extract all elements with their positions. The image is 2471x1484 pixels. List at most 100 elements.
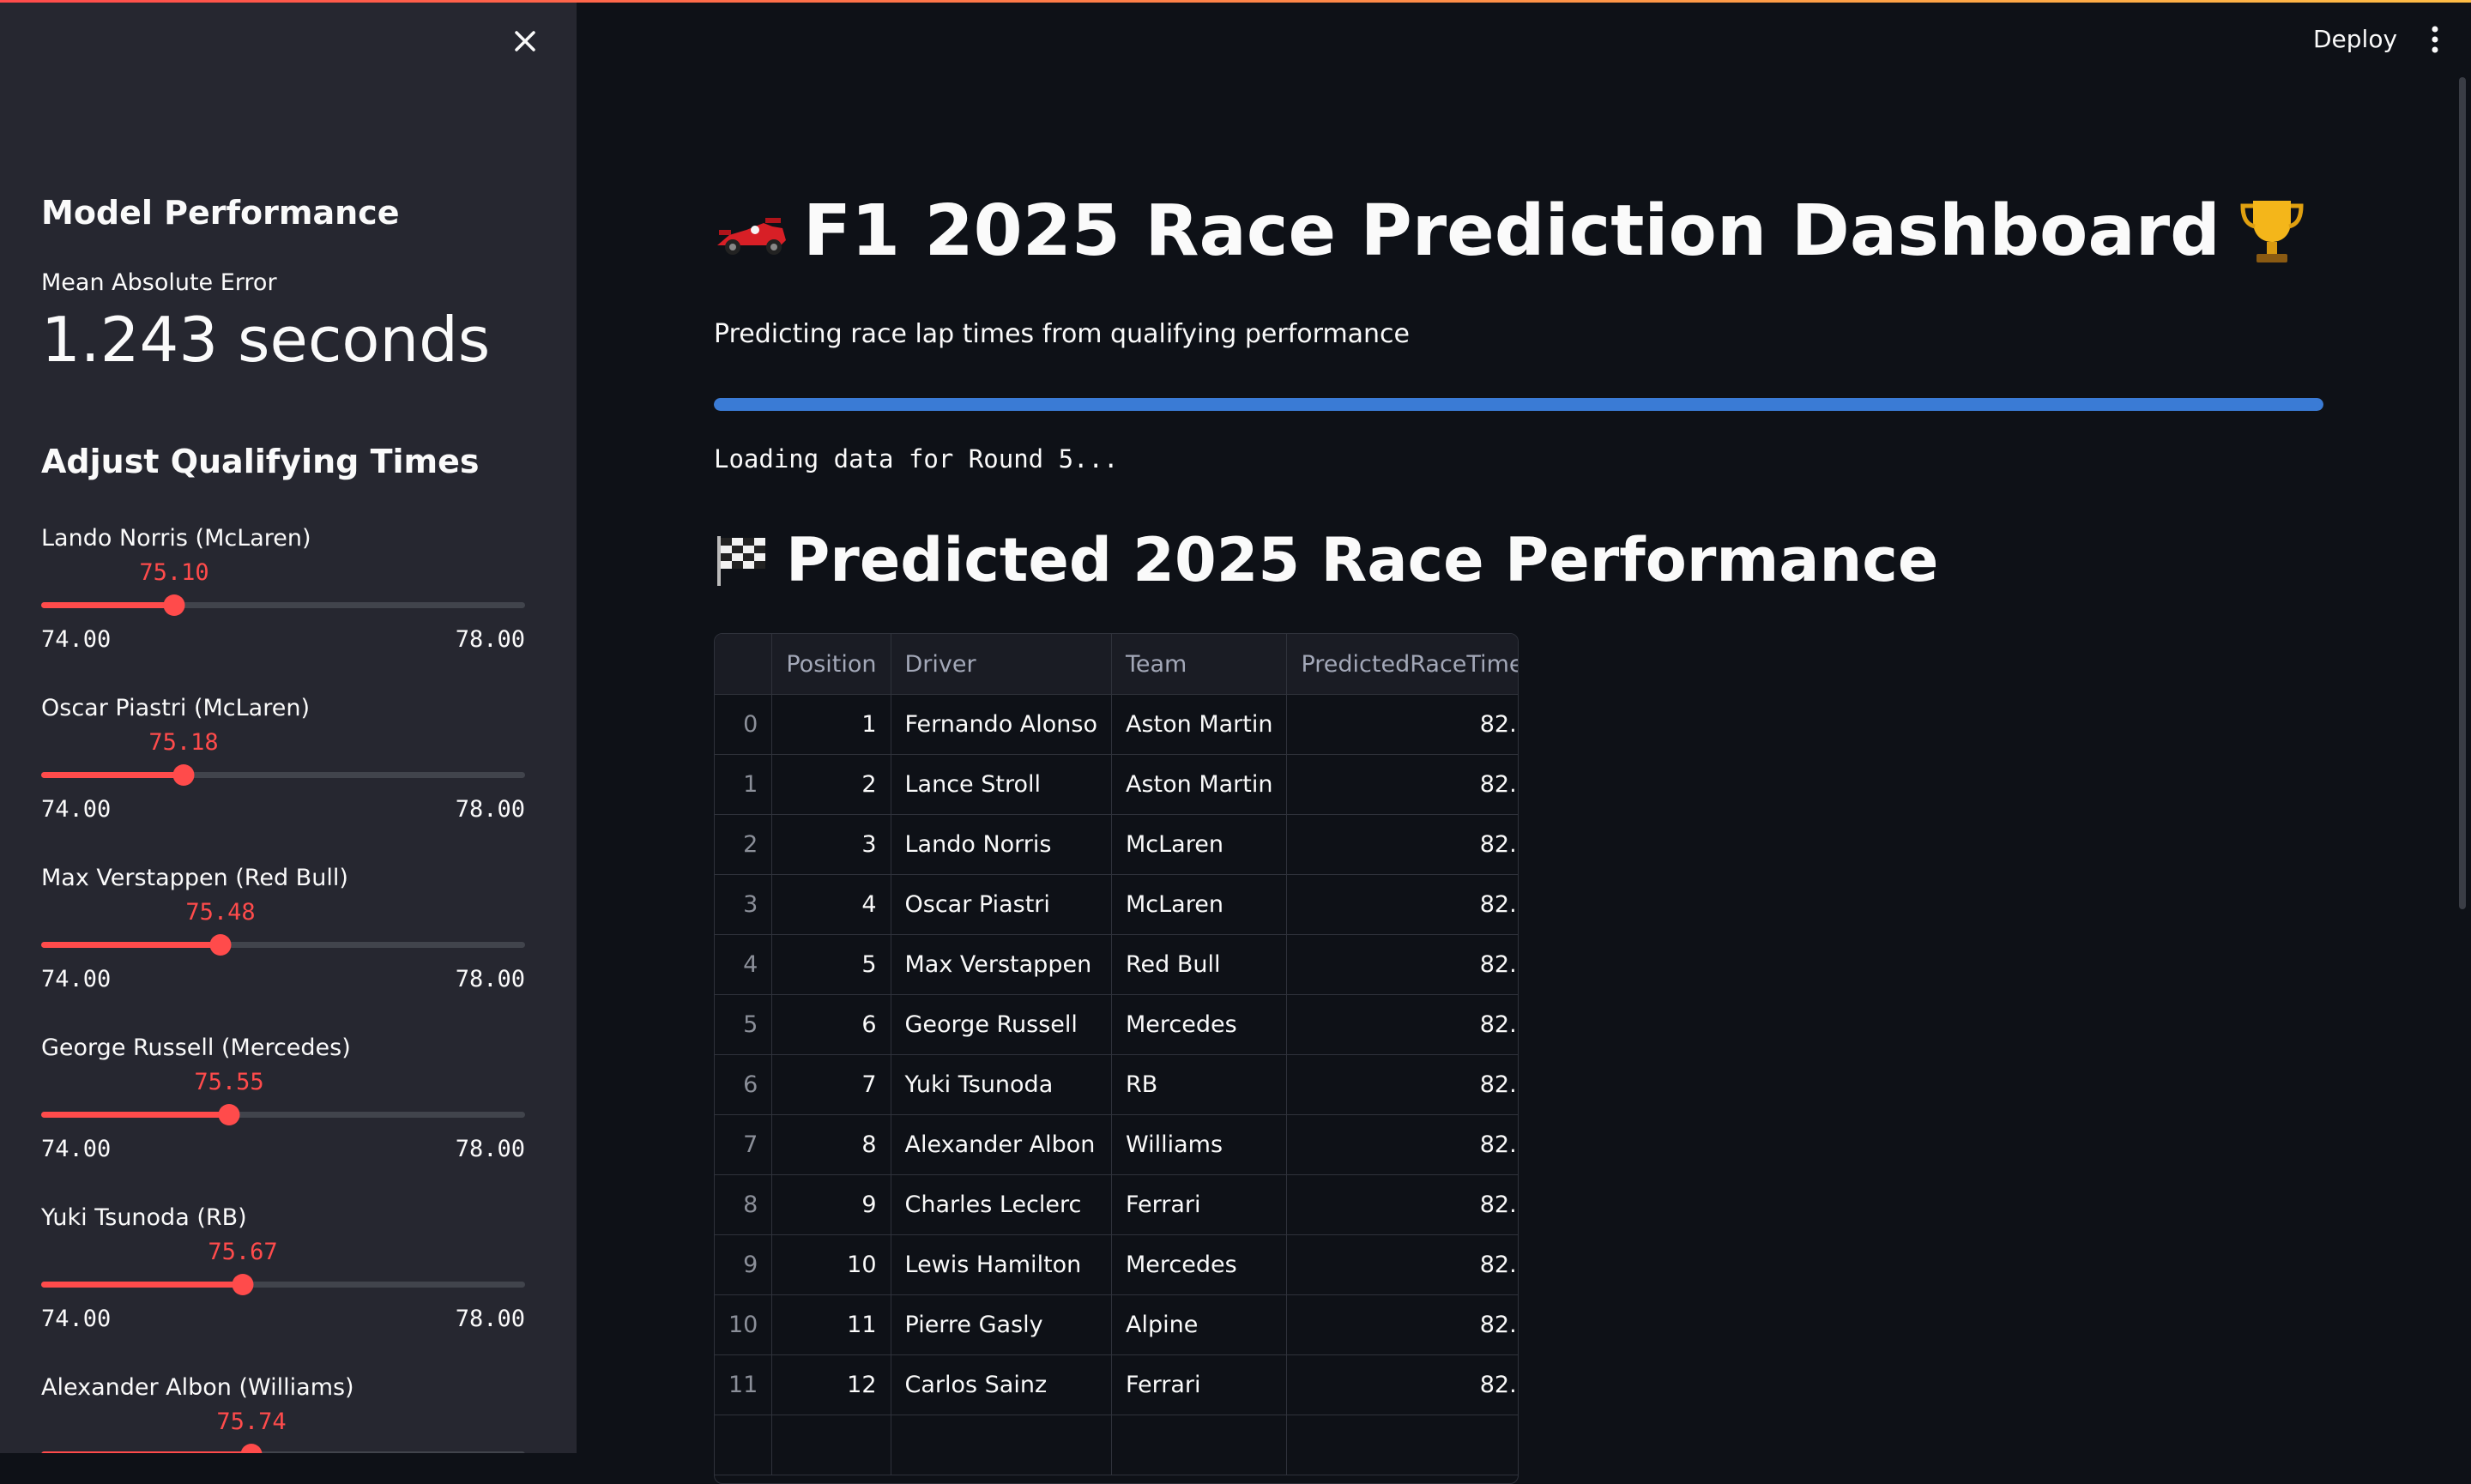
- cell-driver[interactable]: Lewis Hamilton: [891, 1234, 1112, 1295]
- results-table[interactable]: Position Driver Team PredictedRaceTime (…: [714, 633, 1519, 1484]
- table-row[interactable]: 1011Pierre GaslyAlpine82.587: [715, 1294, 1518, 1355]
- main-menu-button[interactable]: [2421, 22, 2449, 57]
- cell-predicted-time[interactable]: 82.587: [1286, 1234, 1518, 1295]
- cell-position[interactable]: 8: [771, 1114, 891, 1175]
- cell-position[interactable]: 5: [771, 934, 891, 995]
- cell-position[interactable]: 12: [771, 1354, 891, 1415]
- cell-index[interactable]: 5: [715, 994, 773, 1055]
- cell-index[interactable]: 3: [715, 874, 773, 935]
- column-header-position[interactable]: Position: [771, 634, 891, 695]
- cell-driver[interactable]: Oscar Piastri: [891, 874, 1112, 935]
- cell-driver[interactable]: Lando Norris: [891, 814, 1112, 875]
- slider-thumb[interactable]: [172, 764, 195, 786]
- cell-position[interactable]: 3: [771, 814, 891, 875]
- cell-predicted-time[interactable]: 82.587: [1286, 994, 1518, 1055]
- deploy-button[interactable]: Deploy: [2296, 19, 2414, 60]
- cell-team[interactable]: Aston Martin: [1111, 694, 1288, 755]
- cell-driver[interactable]: Carlos Sainz: [891, 1354, 1112, 1415]
- cell-driver[interactable]: Fernando Alonso: [891, 694, 1112, 755]
- cell-index[interactable]: 2: [715, 814, 773, 875]
- cell-predicted-time[interactable]: 82.587: [1286, 1054, 1518, 1115]
- cell-driver[interactable]: Pierre Gasly: [891, 1294, 1112, 1355]
- cell-driver[interactable]: Lance Stroll: [891, 754, 1112, 815]
- table-row[interactable]: 67Yuki TsunodaRB82.587: [715, 1054, 1518, 1115]
- table-row[interactable]: 1112Carlos SainzFerrari82.587: [715, 1354, 1518, 1415]
- cell-team[interactable]: Ferrari: [1111, 1354, 1288, 1415]
- slider-thumb[interactable]: [163, 594, 185, 616]
- cell-team[interactable]: McLaren: [1111, 874, 1288, 935]
- slider-track[interactable]: [41, 1112, 525, 1118]
- table-row[interactable]: 01Fernando AlonsoAston Martin82.236: [715, 694, 1518, 755]
- cell-position[interactable]: 4: [771, 874, 891, 935]
- cell-predicted-time[interactable]: 82.236: [1286, 754, 1518, 815]
- qualifying-slider[interactable]: Alexander Albon (Williams)75.7474.0078.0…: [41, 1374, 525, 1453]
- table-row[interactable]: [715, 1415, 1518, 1475]
- cell-index[interactable]: 10: [715, 1294, 773, 1355]
- cell-position[interactable]: 2: [771, 754, 891, 815]
- table-row[interactable]: 45Max VerstappenRed Bull82.587: [715, 934, 1518, 995]
- column-header-index[interactable]: [715, 634, 773, 695]
- cell-index[interactable]: 6: [715, 1054, 773, 1115]
- qualifying-slider[interactable]: Yuki Tsunoda (RB) 75.67 74.00 78.00: [41, 1204, 525, 1367]
- cell-predicted-time[interactable]: 82.587: [1286, 1294, 1518, 1355]
- cell-predicted-time[interactable]: 82.587: [1286, 934, 1518, 995]
- cell-predicted-time[interactable]: 82.587: [1286, 1354, 1518, 1415]
- cell-team[interactable]: Ferrari: [1111, 1174, 1288, 1235]
- cell-team[interactable]: Mercedes: [1111, 994, 1288, 1055]
- cell-driver[interactable]: Yuki Tsunoda: [891, 1054, 1112, 1115]
- cell-driver[interactable]: Alexander Albon: [891, 1114, 1112, 1175]
- slider-track[interactable]: [41, 1282, 525, 1288]
- cell-predicted-time[interactable]: 82.587: [1286, 1114, 1518, 1175]
- cell-team[interactable]: McLaren: [1111, 814, 1288, 875]
- cell-team[interactable]: Alpine: [1111, 1294, 1288, 1355]
- cell-index[interactable]: 9: [715, 1234, 773, 1295]
- qualifying-slider[interactable]: Max Verstappen (Red Bull) 75.48 74.00 78.00: [41, 865, 525, 1028]
- slider-track[interactable]: [41, 942, 525, 948]
- cell-team[interactable]: Williams: [1111, 1114, 1288, 1175]
- table-row[interactable]: 12Lance StrollAston Martin82.236: [715, 754, 1518, 815]
- cell-index[interactable]: 7: [715, 1114, 773, 1175]
- slider-thumb[interactable]: [240, 1444, 263, 1453]
- qualifying-slider[interactable]: Oscar Piastri (McLaren) 75.18 74.00 78.00: [41, 695, 525, 858]
- qualifying-slider[interactable]: Lando Norris (McLaren) 75.10 74.00 78.00: [41, 525, 525, 688]
- main-scrollbar[interactable]: [2459, 77, 2466, 909]
- cell-team[interactable]: Mercedes: [1111, 1234, 1288, 1295]
- cell-driver[interactable]: Max Verstappen: [891, 934, 1112, 995]
- table-row[interactable]: 910Lewis HamiltonMercedes82.587: [715, 1234, 1518, 1295]
- cell-position[interactable]: 1: [771, 694, 891, 755]
- cell-index[interactable]: 8: [715, 1174, 773, 1235]
- cell-index[interactable]: 11: [715, 1354, 773, 1415]
- slider-thumb[interactable]: [232, 1274, 254, 1295]
- cell-team[interactable]: RB: [1111, 1054, 1288, 1115]
- cell-position[interactable]: 7: [771, 1054, 891, 1115]
- cell-position[interactable]: 9: [771, 1174, 891, 1235]
- cell-team[interactable]: Red Bull: [1111, 934, 1288, 995]
- cell-predicted-time[interactable]: 82.587: [1286, 814, 1518, 875]
- table-row[interactable]: 78Alexander AlbonWilliams82.587: [715, 1114, 1518, 1175]
- slider-thumb[interactable]: [218, 1104, 240, 1125]
- table-row[interactable]: 23Lando NorrisMcLaren82.587: [715, 814, 1518, 875]
- slider-track[interactable]: [41, 772, 525, 778]
- cell-team[interactable]: Aston Martin: [1111, 754, 1288, 815]
- qualifying-slider[interactable]: George Russell (Mercedes) 75.55 74.00 78.00: [41, 1035, 525, 1197]
- column-header-team[interactable]: Team: [1111, 634, 1288, 695]
- cell-index[interactable]: 0: [715, 694, 773, 755]
- slider-track[interactable]: [41, 602, 525, 608]
- cell-position[interactable]: 10: [771, 1234, 891, 1295]
- cell-predicted-time[interactable]: 82.587: [1286, 874, 1518, 935]
- close-sidebar-button[interactable]: [508, 24, 542, 58]
- cell-index[interactable]: 4: [715, 934, 773, 995]
- cell-driver[interactable]: George Russell: [891, 994, 1112, 1055]
- table-row[interactable]: 56George RussellMercedes82.587: [715, 994, 1518, 1055]
- cell-driver[interactable]: Charles Leclerc: [891, 1174, 1112, 1235]
- table-row[interactable]: 34Oscar PiastriMcLaren82.587: [715, 874, 1518, 935]
- column-header-driver[interactable]: Driver: [891, 634, 1112, 695]
- table-row[interactable]: 89Charles LeclercFerrari82.587: [715, 1174, 1518, 1235]
- cell-position[interactable]: 11: [771, 1294, 891, 1355]
- slider-thumb[interactable]: [209, 934, 232, 956]
- column-header-predicted-time[interactable]: PredictedRaceTime (s): [1286, 634, 1518, 695]
- cell-index[interactable]: 1: [715, 754, 773, 815]
- cell-predicted-time[interactable]: 82.236: [1286, 694, 1518, 755]
- cell-position[interactable]: 6: [771, 994, 891, 1055]
- cell-predicted-time[interactable]: 82.587: [1286, 1174, 1518, 1235]
